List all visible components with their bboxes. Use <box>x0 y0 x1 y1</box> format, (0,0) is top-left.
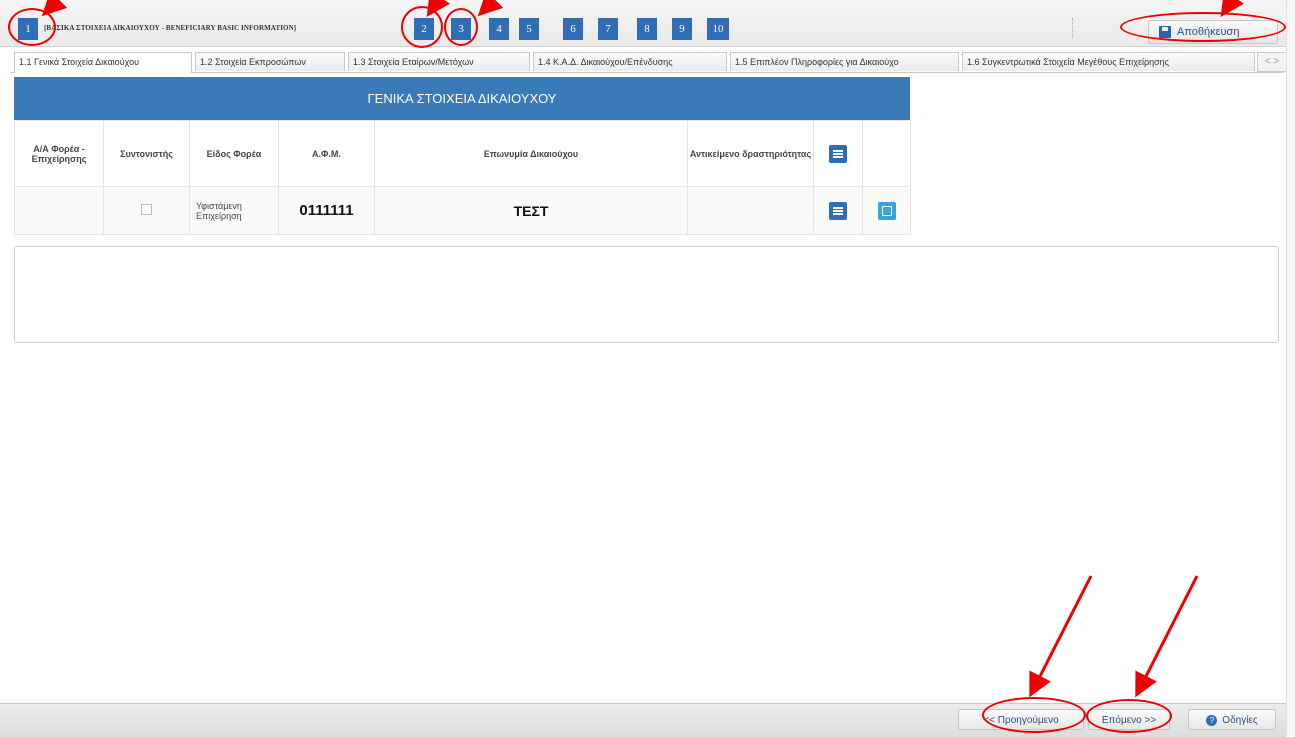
coordinator-checkbox[interactable] <box>141 204 152 215</box>
annotation-ellipse-step1 <box>8 8 56 46</box>
cell-list <box>813 186 863 235</box>
cell-activity <box>687 186 814 235</box>
list-icon[interactable] <box>829 144 847 163</box>
step-7-button[interactable]: 7 <box>598 18 618 40</box>
step-title: [ΒΑΣΙΚΑ ΣΤΟΙΧΕΙΑ ΔΙΚΑΙΟΥΧΟΥ - BENEFICIAR… <box>44 24 297 32</box>
annotation-ellipse-save <box>1120 12 1286 42</box>
list-icon[interactable] <box>829 201 847 220</box>
annotation-ellipse-step2 <box>401 6 443 48</box>
tab-partners[interactable]: 1.3 Στοιχεία Εταίρων/Μετόχων <box>348 52 530 71</box>
cell-aa <box>14 186 104 235</box>
col-header-type: Είδος Φορέα <box>189 120 279 187</box>
tab-representatives[interactable]: 1.2 Στοιχεία Εκπροσώπων <box>195 52 345 71</box>
cell-name: ΤΕΣΤ <box>374 186 688 235</box>
arrow-next <box>1135 575 1199 698</box>
col-header-empty <box>862 120 911 187</box>
annotation-ellipse-step3 <box>444 8 478 46</box>
help-button[interactable]: ? Οδηγίες <box>1188 709 1276 730</box>
help-label: Οδηγίες <box>1222 715 1258 726</box>
vertical-scrollbar[interactable] <box>1286 0 1295 736</box>
table-row: Υφιστάμενη Επιχείρηση 0111111 ΤΕΣΤ <box>14 186 911 235</box>
step-8-button[interactable]: 8 <box>637 18 657 40</box>
col-header-coordinator: Συντονιστής <box>103 120 190 187</box>
tab-general-info[interactable]: 1.1 Γενικά Στοιχεία Δικαιούχου <box>14 52 192 73</box>
help-icon: ? <box>1206 714 1218 726</box>
table-header-row: Α/Α Φορέα - Επιχείρησης Συντονιστής Είδο… <box>14 120 911 187</box>
col-header-activity: Αντικείμενο δραστηριότητας <box>687 120 814 187</box>
edit-icon[interactable] <box>877 201 896 220</box>
annotation-ellipse-next <box>1086 699 1172 733</box>
notes-textarea[interactable] <box>14 246 1279 343</box>
cell-type: Υφιστάμενη Επιχείρηση <box>189 186 279 235</box>
cell-afm: 0111111 <box>278 186 375 235</box>
tab-scroll-arrows[interactable]: < > <box>1257 52 1287 72</box>
col-header-name: Επωνυμία Δικαιούχου <box>374 120 688 187</box>
step-4-button[interactable]: 4 <box>489 18 509 40</box>
tab-extra-info[interactable]: 1.5 Επιπλέον Πληροφορίες για Δικαιούχο <box>730 52 959 71</box>
grid-title: ΓΕΝΙΚΑ ΣΤΟΙΧΕΙΑ ΔΙΚΑΙΟΥΧΟΥ <box>14 77 910 120</box>
arrow-previous <box>1029 575 1093 698</box>
cell-coordinator <box>103 186 190 235</box>
cell-edit <box>862 186 911 235</box>
toolbar-divider <box>1072 18 1074 38</box>
col-header-list[interactable] <box>813 120 863 187</box>
step-9-button[interactable]: 9 <box>672 18 692 40</box>
step-10-button[interactable]: 10 <box>707 18 729 40</box>
col-header-aa: Α/Α Φορέα - Επιχείρησης <box>14 120 104 187</box>
tab-kad[interactable]: 1.4 Κ.Α.Δ. Δικαιούχου/Επένδυσης <box>533 52 727 71</box>
beneficiary-table: Α/Α Φορέα - Επιχείρησης Συντονιστής Είδο… <box>14 120 911 235</box>
col-header-afm: Α.Φ.Μ. <box>278 120 375 187</box>
tab-company-size[interactable]: 1.6 Συγκεντρωτικά Στοιχεία Μεγέθους Επιχ… <box>962 52 1255 71</box>
step-5-button[interactable]: 5 <box>519 18 539 40</box>
annotation-ellipse-previous <box>982 697 1086 733</box>
step-6-button[interactable]: 6 <box>563 18 583 40</box>
